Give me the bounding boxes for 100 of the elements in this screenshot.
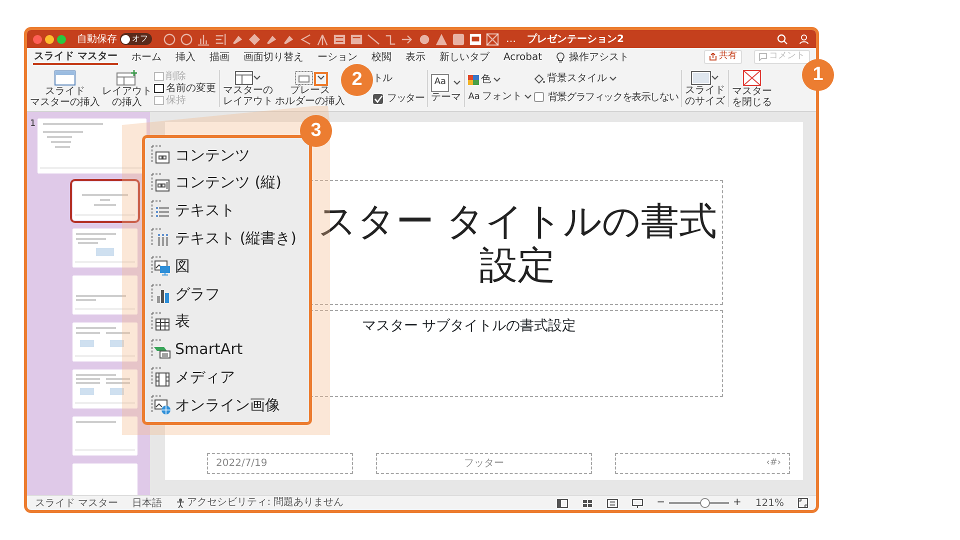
rectangle-icon[interactable]: [333, 32, 346, 46]
ribbon-tab[interactable]: Acrobat: [502, 49, 544, 65]
ribbon-tab[interactable]: スライド マスター: [33, 49, 118, 65]
theme-button[interactable]: Aa テーマ: [431, 74, 462, 103]
checkbox[interactable]: [534, 92, 544, 102]
footer-placeholder[interactable]: フッター: [376, 453, 592, 474]
slide-size-button[interactable]: スライド のサイズ: [685, 70, 726, 106]
circle-icon[interactable]: [163, 32, 176, 46]
caret-icon: [253, 74, 261, 82]
date-placeholder[interactable]: 2022/7/19: [207, 453, 353, 474]
colors-button[interactable]: 色: [468, 74, 532, 86]
placeholder-icon: [295, 70, 313, 84]
checkbox-label: フッター: [387, 92, 424, 106]
fit-slide-icon[interactable]: [798, 498, 808, 508]
caret-icon: [608, 74, 617, 82]
footer-date: 2022/7/19: [216, 457, 268, 471]
circle-icon[interactable]: [180, 32, 193, 46]
rectangle-icon[interactable]: [350, 32, 363, 46]
placeholder-chart-icon: [151, 284, 171, 304]
slider-thumb[interactable]: [700, 498, 710, 508]
caret-icon: [711, 74, 720, 82]
line-icon[interactable]: [367, 32, 380, 46]
number-placeholder[interactable]: ‹#›: [615, 453, 790, 474]
angle-icon[interactable]: [299, 32, 312, 46]
checkbox[interactable]: [373, 94, 383, 104]
zoom-button[interactable]: [57, 34, 66, 44]
accessibility-button[interactable]: アクセシビリティ: 問題ありません: [176, 497, 344, 509]
presenter-icon[interactable]: [632, 498, 643, 508]
insert-master-button[interactable]: スライド マスターの挿入: [30, 70, 100, 108]
autosave-toggle[interactable]: オフ: [120, 33, 152, 45]
close-icon: [743, 70, 762, 86]
assist-button[interactable]: 操作アシスト: [555, 49, 630, 65]
caret-icon: [524, 93, 532, 101]
zoom-in-button[interactable]: +: [733, 497, 742, 509]
circle-icon[interactable]: [418, 32, 431, 46]
triangle-icon[interactable]: [435, 32, 448, 46]
slide-thumbnail[interactable]: [72, 463, 138, 495]
align-icon[interactable]: [214, 32, 227, 46]
chart-icon[interactable]: [197, 32, 210, 46]
search-icon[interactable]: [777, 34, 788, 44]
ribbon-small-button[interactable]: 名前の変更: [154, 82, 216, 94]
option-label: トル: [373, 72, 394, 86]
callout-number: 1: [802, 59, 834, 91]
slide-number-field: ‹#›: [766, 456, 781, 470]
x-box-icon[interactable]: [486, 32, 499, 46]
connector-icon[interactable]: [384, 32, 397, 46]
arrow-icon[interactable]: [401, 32, 414, 46]
ribbon-tab[interactable]: 画面切り替え: [242, 49, 304, 65]
grid-view-icon[interactable]: [582, 498, 593, 508]
insert-layout-button[interactable]: レイアウト の挿入: [102, 70, 152, 108]
tent-icon[interactable]: [316, 32, 329, 46]
master-layout-button[interactable]: マスターの レイアウト: [223, 70, 273, 106]
slide-thumbnail[interactable]: [72, 181, 138, 221]
placeholder-online-picture-icon: [151, 395, 171, 416]
palette-icon: [468, 75, 480, 85]
slide-thumbnail[interactable]: [72, 275, 138, 315]
normal-view-icon[interactable]: [556, 498, 568, 508]
window-title: プレゼンテーション2: [527, 32, 624, 46]
ribbon-tab[interactable]: 新しいタブ: [438, 49, 490, 65]
ribbon-tab[interactable]: 描画: [208, 49, 230, 65]
check-icon: [374, 94, 382, 102]
fonts-button[interactable]: Aa フォント: [468, 91, 532, 103]
ribbon-tab[interactable]: 表示: [404, 49, 426, 65]
zoom-percent: 121%: [755, 496, 784, 510]
slide-thumbnail[interactable]: [72, 369, 138, 409]
slide-thumbnail[interactable]: [72, 416, 138, 456]
slide-thumbnail[interactable]: [37, 118, 147, 174]
comment-icon: [759, 53, 767, 61]
layout-plus-icon: [116, 70, 138, 86]
caret-icon: [317, 74, 325, 82]
minimize-button[interactable]: [45, 34, 54, 44]
placeholder-text-vertical-icon: [151, 228, 171, 248]
reading-view-icon[interactable]: [606, 498, 618, 508]
checkbox-label: 背景グラフィックを表示しない: [548, 90, 678, 104]
ribbon-tab[interactable]: 校閲: [370, 49, 392, 65]
ribbon-tab[interactable]: ホーム: [130, 49, 162, 65]
slide-subtitle: マスター サブタイトルの書式設定: [362, 318, 576, 334]
ribbon-tab[interactable]: ーション: [316, 49, 358, 65]
zoom-out-button[interactable]: −: [656, 497, 666, 509]
placeholder-table-icon: [151, 312, 171, 332]
close-master-button[interactable]: マスター を閉じる: [732, 70, 772, 108]
square-icon[interactable]: [452, 32, 465, 46]
lightbulb-icon: [556, 52, 566, 62]
more-menu[interactable]: …: [506, 32, 516, 46]
share-icon: [709, 53, 717, 61]
slide-title: スター タイトルの書式設定: [316, 198, 718, 286]
person-icon: [176, 498, 186, 508]
ribbon-tab[interactable]: 挿入: [174, 49, 196, 65]
caret-icon: [493, 76, 502, 84]
window-icon[interactable]: [469, 32, 482, 46]
background-styles-button[interactable]: 背景スタイル: [534, 72, 678, 84]
autosave-label: 自動保存: [77, 32, 117, 46]
placeholder-picture-icon: [151, 256, 171, 276]
person-icon[interactable]: [799, 34, 810, 44]
share-button[interactable]: 共有: [704, 50, 742, 64]
language: 日本語: [132, 496, 162, 510]
slide-thumbnail[interactable]: [72, 228, 138, 268]
diamond-icon[interactable]: [248, 32, 261, 46]
close-button[interactable]: [33, 34, 42, 44]
slide-thumbnail[interactable]: [72, 322, 138, 362]
